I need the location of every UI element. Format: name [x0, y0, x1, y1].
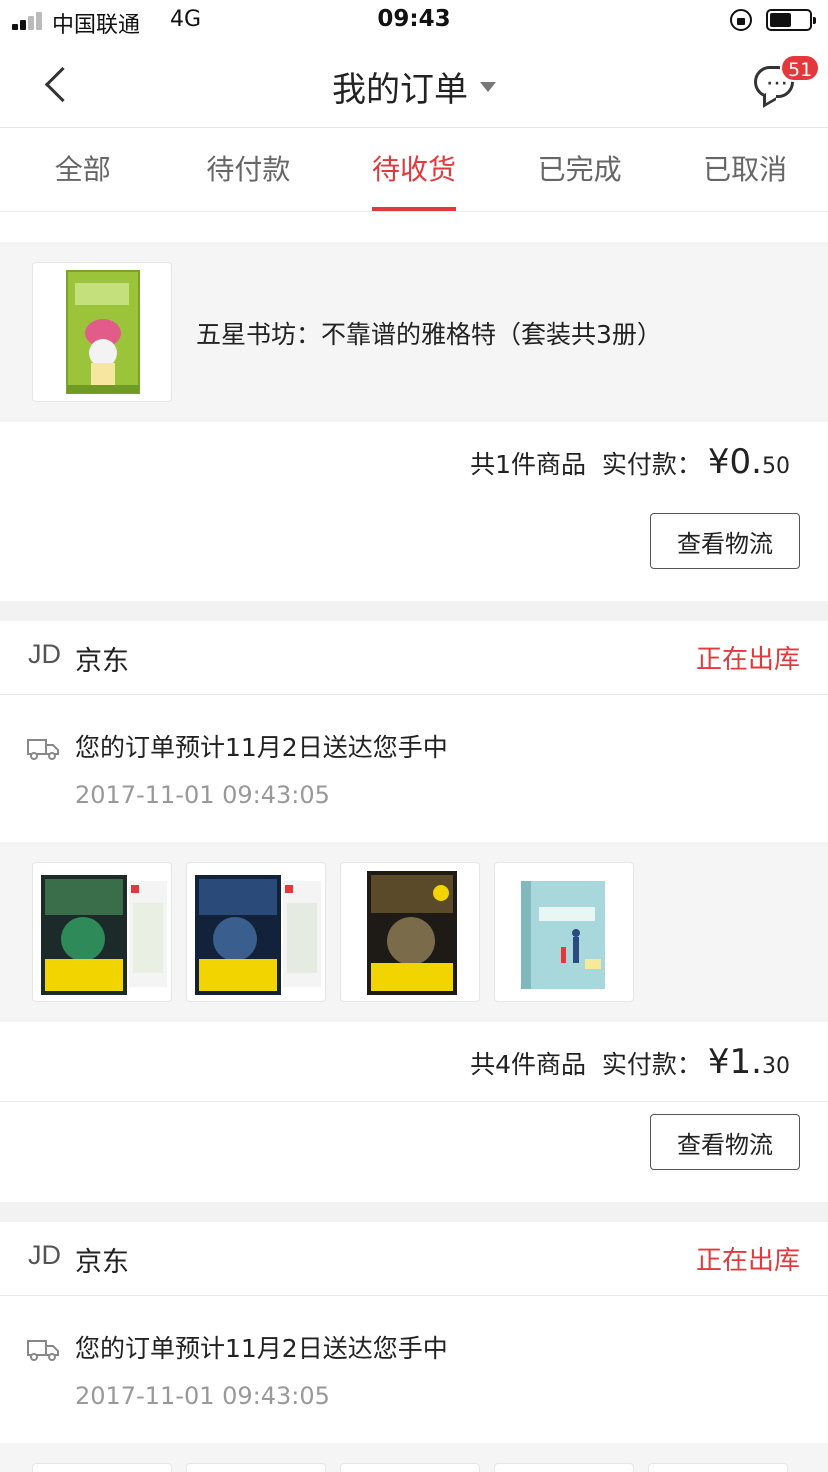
product-thumbnail[interactable]: [186, 1463, 326, 1472]
section-gap: [0, 601, 828, 621]
price-integer: ¥0.: [707, 442, 762, 482]
summary-text: 共1件商品 实付款： ¥0.50: [470, 442, 790, 482]
price-integer: ¥1.: [707, 1042, 762, 1082]
order-tabs: 全部 待付款 待收货 已完成 已取消: [0, 128, 828, 212]
order-header[interactable]: JD 京东 正在出库: [0, 621, 828, 695]
product-strip[interactable]: 五星书坊：不靠谱的雅格特（套装共3册）: [0, 242, 828, 422]
order-actions: 查看物流: [0, 1102, 828, 1202]
tab-pending-receipt[interactable]: 待收货: [331, 128, 497, 211]
view-logistics-button[interactable]: 查看物流: [650, 513, 800, 569]
tab-all[interactable]: 全部: [0, 128, 166, 211]
product-thumbnail[interactable]: [32, 262, 172, 402]
summary-text: 共4件商品 实付款： ¥1.30: [470, 1042, 790, 1082]
battery-level: [770, 13, 791, 27]
tab-completed[interactable]: 已完成: [497, 128, 663, 211]
order-actions: 查看物流: [0, 501, 828, 601]
messages-button[interactable]: ··· 51: [752, 54, 821, 110]
truck-icon: [27, 739, 59, 760]
book-cover-image: [521, 881, 605, 989]
rotation-lock-icon: [730, 9, 752, 31]
delivery-time: 2017-11-01 09:43:05: [75, 1382, 330, 1410]
status-time: 09:43: [377, 6, 451, 32]
product-thumbnail[interactable]: [494, 862, 634, 1002]
battery-icon: [766, 9, 816, 31]
order-header[interactable]: JD 京东 正在出库: [0, 1222, 828, 1296]
order-summary: 共4件商品 实付款： ¥1.30: [0, 1022, 828, 1102]
delivery-info[interactable]: 您的订单预计11月2日送达您手中 2017-11-01 09:43:05: [0, 1297, 828, 1443]
product-strip[interactable]: [0, 1443, 828, 1472]
product-thumbnail[interactable]: [494, 1463, 634, 1472]
shop-name: 京东: [75, 646, 129, 677]
product-strip[interactable]: [0, 842, 828, 1022]
paid-label: 实付款：: [601, 450, 702, 479]
product-thumbnail[interactable]: [648, 1463, 788, 1472]
tab-cancelled[interactable]: 已取消: [662, 128, 828, 211]
price-decimal: 50: [762, 454, 790, 479]
book-cover-image: [66, 270, 140, 394]
delivery-info[interactable]: 您的订单预计11月2日送达您手中 2017-11-01 09:43:05: [0, 696, 828, 842]
divider: [0, 212, 828, 242]
message-count-badge: 51: [780, 54, 821, 82]
paid-label: 实付款：: [601, 1050, 702, 1079]
order-summary: 共1件商品 实付款： ¥0.50: [0, 422, 828, 502]
product-thumbnail[interactable]: [340, 1463, 480, 1472]
delivery-time: 2017-11-01 09:43:05: [75, 781, 330, 809]
product-title[interactable]: 五星书坊：不靠谱的雅格特（套装共3册）: [196, 315, 662, 351]
book-cover-image: [195, 875, 321, 995]
status-bar: 中国联通 4G 09:43: [0, 0, 828, 44]
delivery-message: 您的订单预计11月2日送达您手中: [75, 733, 448, 762]
order-status: 正在出库: [695, 1246, 800, 1276]
view-logistics-button[interactable]: 查看物流: [650, 1114, 800, 1170]
item-count: 共4件商品: [470, 1050, 586, 1079]
shop-name: 京东: [75, 1247, 129, 1278]
section-gap: [0, 1202, 828, 1222]
product-thumbnail[interactable]: [32, 1463, 172, 1472]
product-thumbnail[interactable]: [32, 862, 172, 1002]
tab-pending-payment[interactable]: 待付款: [166, 128, 332, 211]
delivery-message: 您的订单预计11月2日送达您手中: [75, 1334, 448, 1363]
jd-logo: JD: [28, 1240, 61, 1270]
title-dropdown[interactable]: 我的订单: [0, 62, 828, 111]
price-decimal: 30: [762, 1054, 790, 1079]
book-cover-image: [41, 875, 167, 995]
truck-icon: [27, 1340, 59, 1361]
book-cover-image: [367, 871, 457, 995]
jd-logo: JD: [28, 639, 61, 669]
order-status: 正在出库: [695, 645, 800, 675]
item-count: 共1件商品: [470, 450, 586, 479]
nav-bar: 我的订单 ··· 51: [0, 44, 828, 128]
product-thumbnail[interactable]: [186, 862, 326, 1002]
caret-down-icon: [480, 81, 496, 92]
product-thumbnail[interactable]: [340, 862, 480, 1002]
page-title: 我的订单: [332, 70, 468, 110]
